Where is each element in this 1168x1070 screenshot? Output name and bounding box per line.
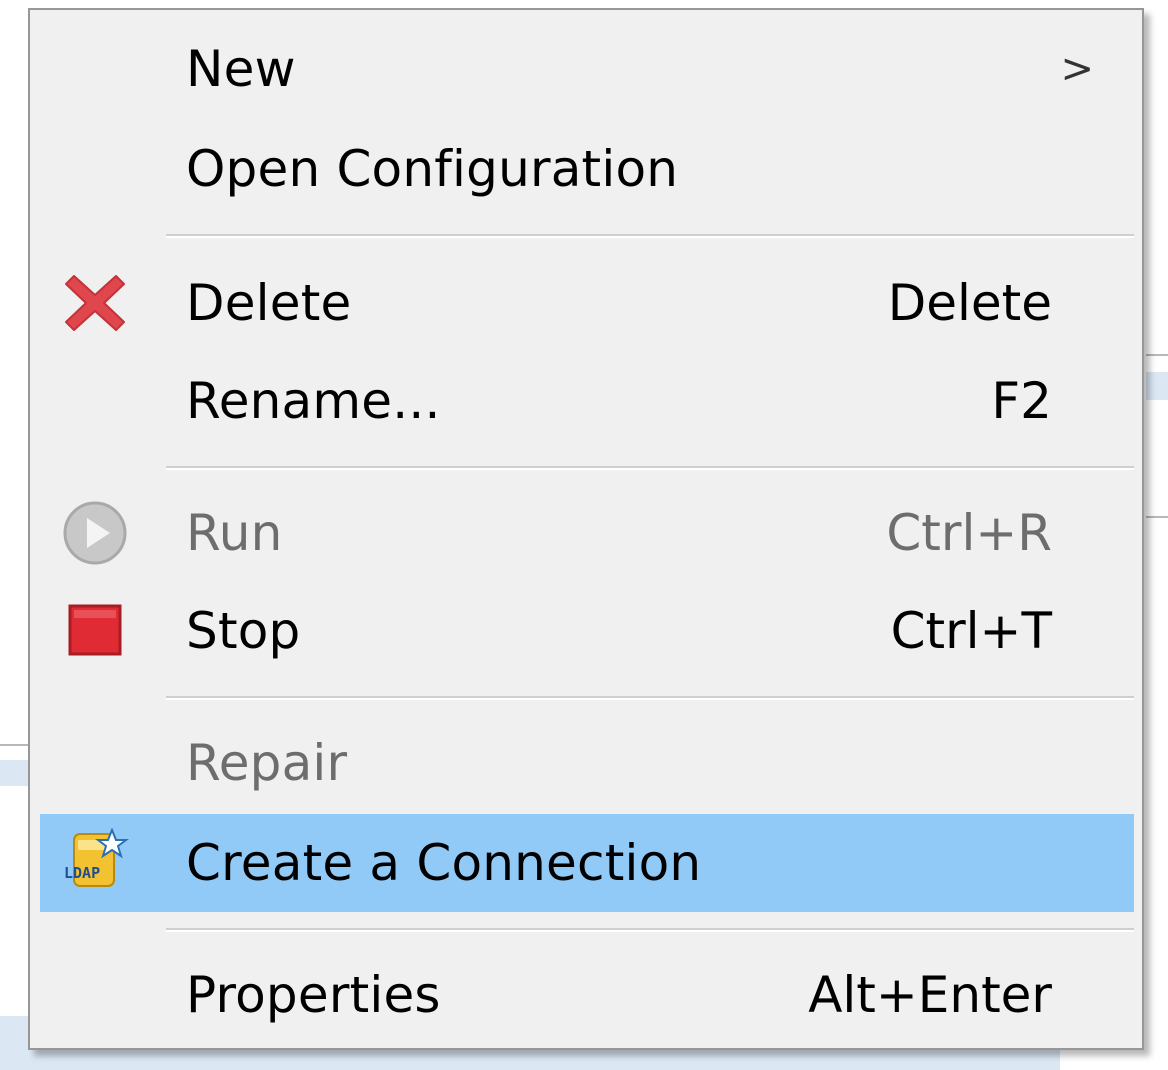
menu-item-run[interactable]: Run Ctrl+R — [40, 484, 1134, 582]
menu-item-shortcut: Ctrl+T — [890, 602, 1052, 660]
menu-item-label: Create a Connection — [186, 834, 702, 892]
background-window — [1146, 0, 1168, 1070]
delete-x-icon — [60, 268, 130, 338]
menu-item-shortcut: Alt+Enter — [808, 966, 1052, 1024]
ldap-connection-icon: LDAP — [60, 828, 130, 898]
menu-item-label: Run — [186, 504, 283, 562]
background-strip — [1146, 372, 1168, 400]
menu-item-shortcut: Delete — [887, 274, 1052, 332]
menu-item-new[interactable]: New > — [40, 20, 1134, 118]
menu-separator — [166, 234, 1134, 238]
background-divider — [1146, 516, 1168, 518]
ldap-icon-text: LDAP — [64, 864, 100, 882]
menu-item-label: Repair — [186, 734, 348, 792]
run-play-icon — [60, 498, 130, 568]
menu-item-label: Stop — [186, 602, 301, 660]
menu-separator — [166, 466, 1134, 470]
menu-item-create-connection[interactable]: LDAP Create a Connection — [40, 814, 1134, 912]
background-divider — [1146, 354, 1168, 356]
background-divider — [0, 744, 28, 746]
menu-item-label: Rename... — [186, 372, 441, 430]
menu-item-shortcut: F2 — [991, 372, 1052, 430]
menu-item-label: New — [186, 40, 296, 98]
stop-square-icon — [60, 596, 130, 666]
menu-item-label: Properties — [186, 966, 441, 1024]
menu-item-label: Delete — [186, 274, 352, 332]
menu-item-rename[interactable]: Rename... F2 — [40, 352, 1134, 450]
menu-item-open-configuration[interactable]: Open Configuration — [40, 120, 1134, 218]
menu-item-repair[interactable]: Repair — [40, 714, 1134, 812]
screen: New > Open Configuration Delete Delete R… — [0, 0, 1168, 1070]
menu-item-properties[interactable]: Properties Alt+Enter — [40, 946, 1134, 1044]
chevron-right-icon: > — [1060, 46, 1094, 92]
menu-item-delete[interactable]: Delete Delete — [40, 254, 1134, 352]
menu-item-shortcut: Ctrl+R — [886, 504, 1052, 562]
menu-separator — [166, 928, 1134, 932]
menu-item-stop[interactable]: Stop Ctrl+T — [40, 582, 1134, 680]
background-strip — [0, 760, 28, 786]
menu-separator — [166, 696, 1134, 700]
menu-item-label: Open Configuration — [186, 140, 679, 198]
context-menu: New > Open Configuration Delete Delete R… — [28, 8, 1144, 1050]
